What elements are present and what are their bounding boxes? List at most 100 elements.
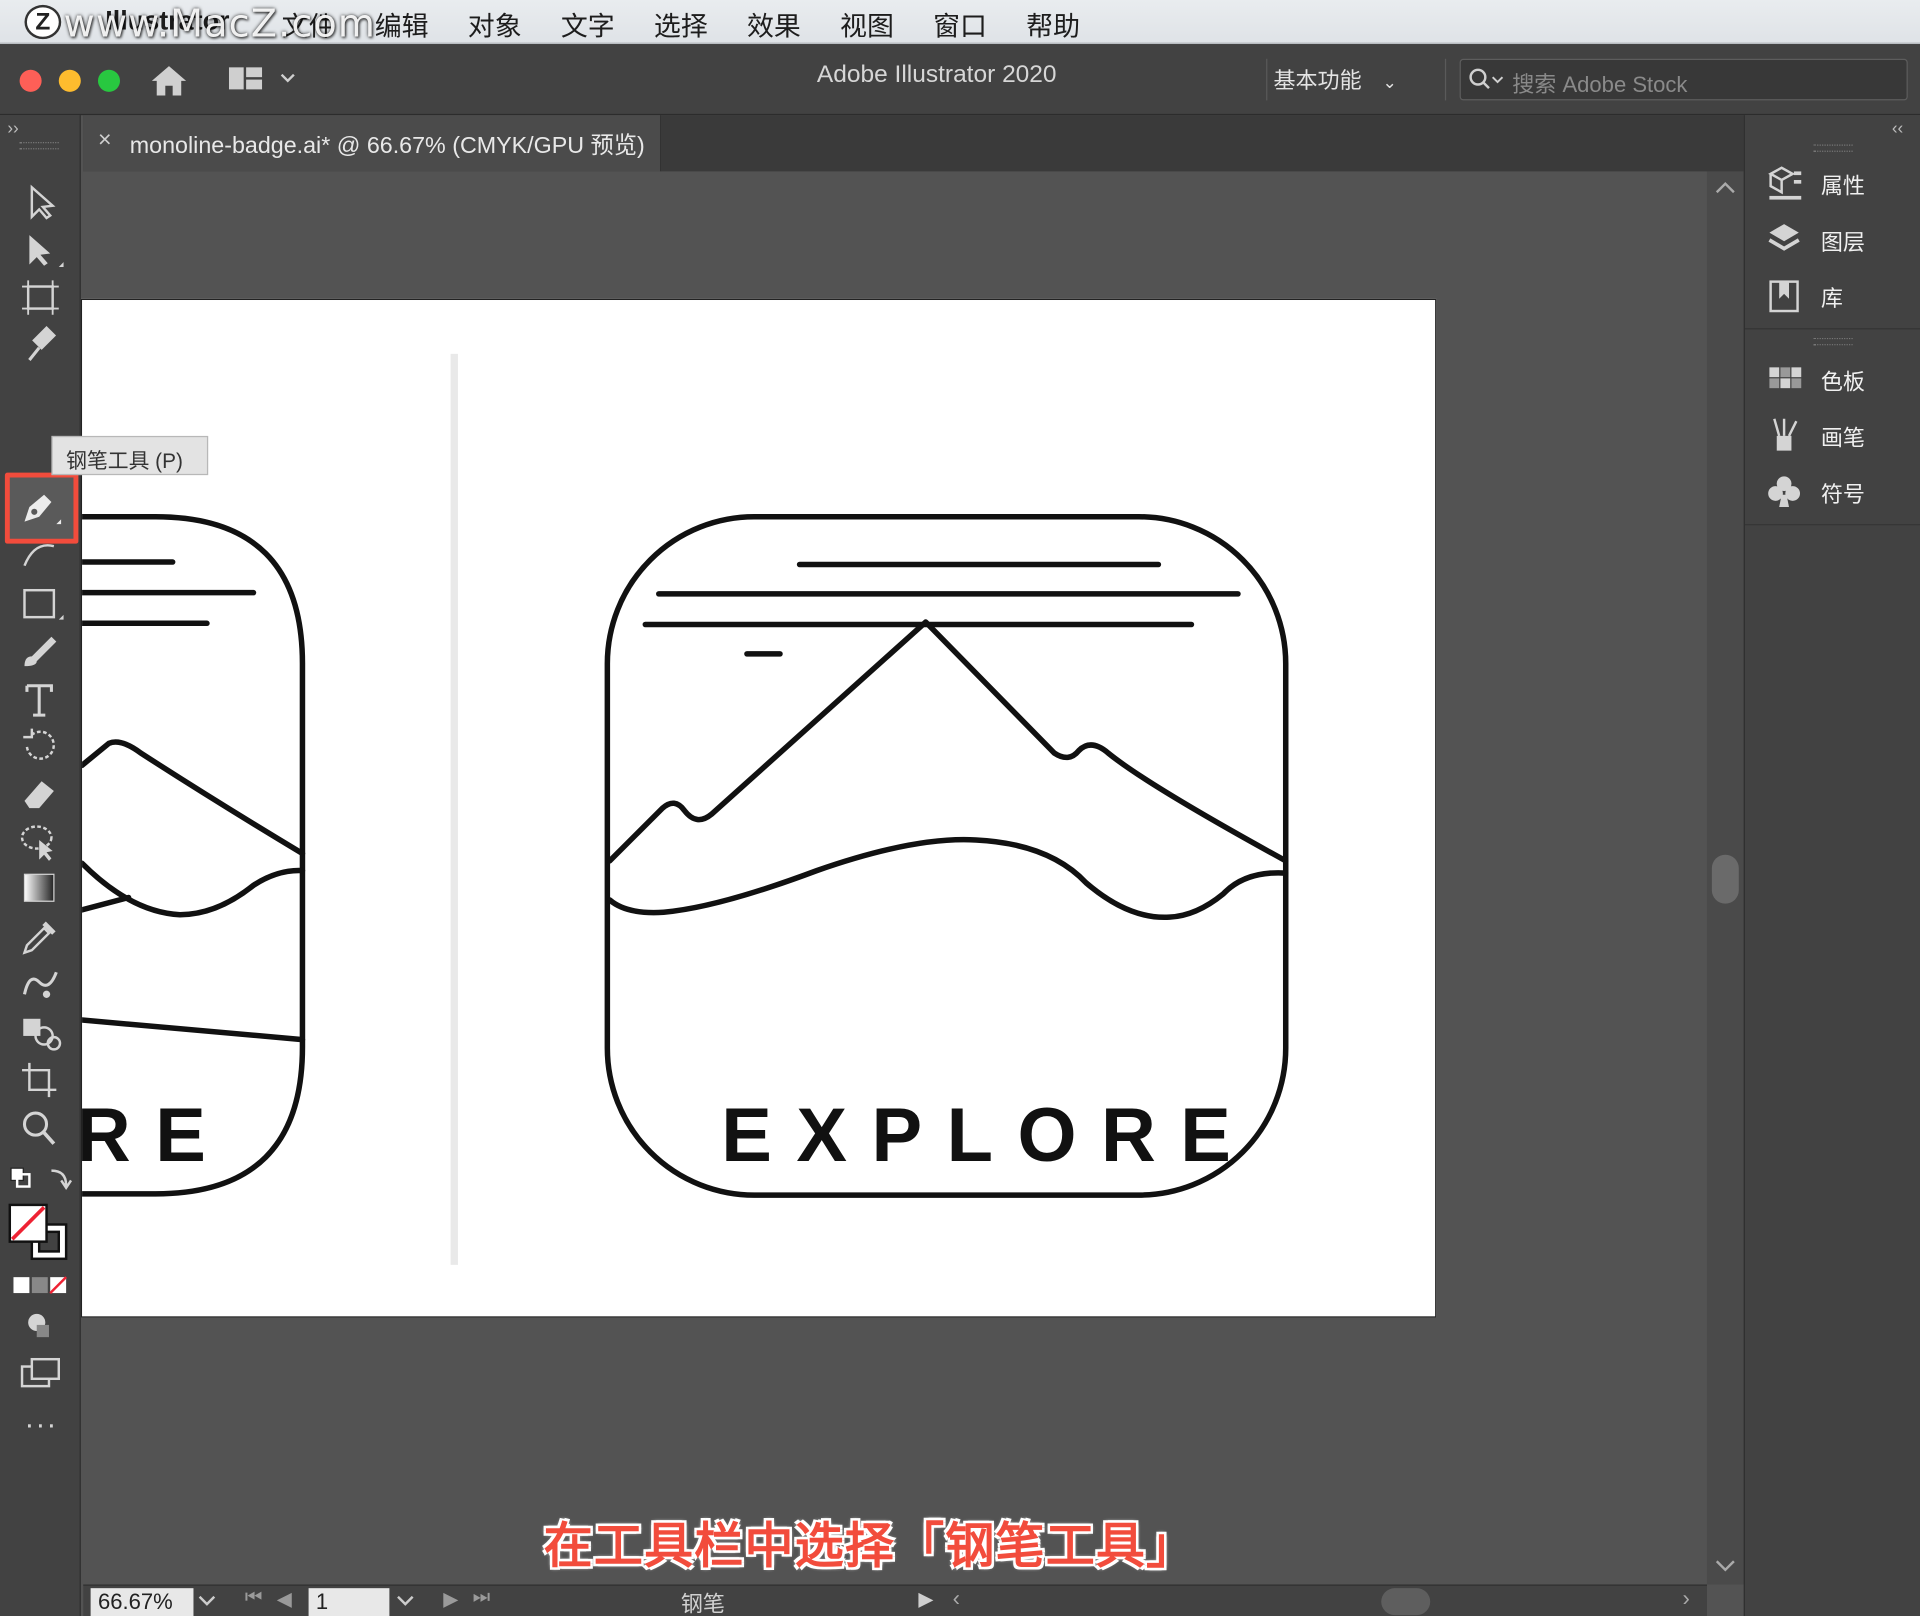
properties-label: 属性 — [1820, 173, 1865, 199]
layers-icon — [1768, 224, 1800, 251]
panel-divider — [1744, 328, 1920, 330]
menu-view[interactable]: 视图 — [840, 5, 894, 44]
blend-tool-icon[interactable] — [17, 962, 64, 1004]
menu-help[interactable]: 帮助 — [1026, 5, 1080, 44]
last-artboard-icon[interactable]: ⏭ — [473, 1587, 491, 1609]
search-placeholder: 搜索 Adobe Stock — [1512, 72, 1688, 97]
symbols-label: 符号 — [1820, 482, 1865, 507]
swatches-icon — [1769, 367, 1802, 389]
scroll-left-icon[interactable]: ‹ — [953, 1586, 960, 1612]
default-fill-stroke-icon[interactable] — [7, 1163, 73, 1197]
close-tab-icon[interactable]: × — [98, 127, 112, 154]
apple-icon[interactable]: Z — [24, 4, 62, 40]
libraries-panel-button[interactable]: 库 — [1767, 277, 1914, 316]
artboard-tool-icon[interactable] — [17, 277, 64, 319]
artboard-number-field[interactable]: 1 — [308, 1588, 390, 1616]
status-bar: 66.67% ⏮ ◀ 1 ▶ ⏭ 钢笔 ▶ ‹ › — [83, 1584, 1707, 1616]
menu-bar: Z Illustrator 文件 编辑 对象 文字 选择 效果 视图 窗口 帮助… — [0, 0, 1920, 47]
panel-group-grip[interactable] — [1813, 337, 1853, 346]
properties-panel-button[interactable]: 属性 — [1767, 164, 1914, 203]
layers-label: 图层 — [1820, 230, 1865, 255]
arrange-documents-icon[interactable] — [228, 66, 301, 93]
type-tool-icon[interactable] — [17, 678, 64, 720]
brushes-panel-button[interactable]: 画笔 — [1767, 416, 1914, 455]
menu-effect[interactable]: 效果 — [747, 5, 801, 44]
current-tool-status: 钢笔 — [680, 1591, 725, 1616]
swatches-panel-button[interactable]: 色板 — [1767, 360, 1914, 399]
horizontal-scroll-thumb[interactable] — [1381, 1588, 1431, 1616]
shape-builder-tool-icon[interactable] — [17, 820, 64, 862]
next-artboard-icon[interactable]: ▶ — [443, 1587, 458, 1611]
menu-type[interactable]: 文字 — [561, 5, 615, 44]
zoom-tool-icon[interactable] — [17, 1107, 64, 1149]
panel-group-grip[interactable] — [1813, 144, 1853, 152]
scroll-up-icon[interactable] — [1715, 181, 1736, 194]
symbols-panel-button[interactable]: 符号 — [1767, 473, 1914, 512]
zoom-dropdown-chevron-icon[interactable] — [198, 1595, 216, 1608]
symbols-icon — [1768, 476, 1801, 507]
scroll-right-icon[interactable]: › — [1682, 1586, 1689, 1612]
screen-mode-icon[interactable] — [17, 1352, 64, 1394]
divider — [1266, 58, 1268, 101]
document-tab[interactable]: × monoline-badge.ai* @ 66.67% (CMYK/GPU … — [83, 115, 662, 172]
home-icon[interactable] — [149, 64, 188, 98]
curvature-tool-icon[interactable] — [17, 534, 64, 576]
direct-selection-tool-icon[interactable] — [17, 230, 64, 272]
first-artboard-icon[interactable]: ⏮ — [245, 1587, 263, 1609]
search-icon — [1469, 68, 1504, 90]
menu-select[interactable]: 选择 — [654, 5, 708, 44]
app-title: Adobe Illustrator 2020 — [816, 61, 1057, 89]
draw-mode-icon[interactable] — [17, 1305, 64, 1347]
pen-tool-tooltip: 钢笔工具 (P) — [51, 435, 209, 476]
symbol-sprayer-tool-icon[interactable] — [17, 1011, 64, 1053]
vertical-scroll-thumb[interactable] — [1711, 854, 1739, 904]
artboard-dropdown-chevron-icon[interactable] — [397, 1595, 414, 1608]
collapse-toolbar-icon[interactable]: ›› — [7, 118, 18, 138]
expand-panels-icon[interactable]: ‹‹ — [1892, 118, 1903, 138]
badge-text: EXPLORE — [721, 1093, 1255, 1178]
properties-icon — [1768, 166, 1802, 200]
paintbrush-tool-icon[interactable] — [17, 629, 64, 671]
rectangle-tool-icon[interactable] — [17, 583, 64, 625]
rotate-tool-icon[interactable] — [17, 725, 64, 767]
selection-tool-icon[interactable] — [17, 181, 64, 223]
toolbar-grip[interactable] — [19, 142, 59, 150]
libraries-label: 库 — [1820, 286, 1843, 312]
brushes-icon — [1773, 418, 1798, 451]
layers-panel-button[interactable]: 图层 — [1767, 220, 1914, 259]
tutorial-caption: 在工具栏中选择「钢笔工具」 — [543, 1519, 1197, 1574]
stock-search-input[interactable]: 搜索 Adobe Stock — [1459, 58, 1908, 101]
artwork: RE EXPLORE — [82, 353, 1289, 1265]
eraser-tool-icon[interactable] — [17, 771, 64, 813]
application-bar: Adobe Illustrator 2020 基本功能 ⌄ 搜索 Adobe S… — [0, 44, 1920, 116]
watermark-text: www.MacZ.com — [63, 2, 377, 47]
menu-edit[interactable]: 编辑 — [375, 5, 429, 44]
tools-panel: ›› ··· — [0, 115, 81, 1616]
scroll-down-icon[interactable] — [1715, 1560, 1736, 1572]
workspace-label: 基本功能 — [1273, 68, 1362, 94]
edit-toolbar-icon[interactable]: ··· — [24, 1408, 57, 1442]
zoom-level-field[interactable]: 66.67% — [90, 1588, 194, 1616]
panel-dock: ‹‹ 属性 图层 库 色板 画笔 符号 — [1743, 115, 1920, 1616]
panel-divider — [1744, 524, 1920, 526]
pen-tool-icon[interactable] — [15, 487, 62, 529]
document-tab-label: monoline-badge.ai* @ 66.67% (CMYK/GPU 预览… — [129, 133, 645, 160]
status-menu-arrow-icon[interactable]: ▶ — [918, 1587, 933, 1611]
divider — [1444, 58, 1447, 101]
menu-object[interactable]: 对象 — [468, 5, 522, 44]
artboard[interactable]: RE EXPLORE — [80, 298, 1437, 1318]
close-window-button[interactable] — [19, 69, 42, 92]
color-mode-icon[interactable] — [12, 1276, 68, 1296]
fill-stroke-swatch-icon[interactable] — [7, 1202, 71, 1263]
zoom-window-button[interactable] — [97, 69, 121, 92]
eyedropper-tool-icon[interactable] — [17, 916, 64, 958]
previous-artboard-icon[interactable]: ◀ — [277, 1587, 292, 1611]
slice-tool-icon[interactable] — [17, 1058, 64, 1100]
minimize-window-button[interactable] — [58, 69, 81, 92]
gradient-tool-icon[interactable] — [17, 867, 64, 909]
puppet-warp-tool-icon[interactable] — [17, 323, 64, 365]
brushes-label: 画笔 — [1820, 426, 1865, 451]
workspace-switcher[interactable]: 基本功能 ⌄ — [1273, 64, 1396, 96]
chevron-down-icon: ⌄ — [1382, 72, 1397, 92]
menu-window[interactable]: 窗口 — [933, 5, 987, 44]
